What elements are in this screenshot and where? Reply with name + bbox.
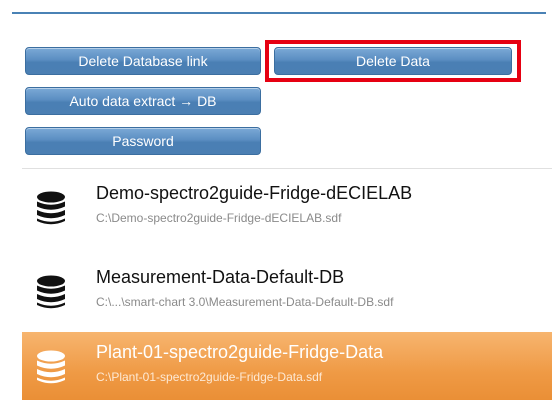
database-title: Measurement-Data-Default-DB bbox=[96, 267, 345, 287]
database-panel: Delete Database link Delete Data Auto da… bbox=[0, 0, 552, 412]
database-path: C:\...\smart-chart 3.0\Measurement-Data-… bbox=[96, 295, 394, 309]
database-icon bbox=[37, 350, 65, 384]
database-list-item[interactable]: Demo-spectro2guide-Fridge-dECIELAB C:\De… bbox=[22, 173, 552, 241]
database-icon bbox=[37, 275, 65, 309]
separator-line bbox=[12, 12, 546, 14]
database-title: Plant-01-spectro2guide-Fridge-Data bbox=[96, 342, 384, 362]
database-list: Demo-spectro2guide-Fridge-dECIELAB C:\De… bbox=[22, 168, 552, 412]
top-separator bbox=[0, 0, 552, 16]
delete-database-link-button[interactable]: Delete Database link bbox=[25, 47, 261, 75]
database-icon bbox=[37, 191, 65, 225]
database-path: C:\Plant-01-spectro2guide-Fridge-Data.sd… bbox=[96, 370, 323, 384]
auto-data-extract-button[interactable]: Auto data extract → DB bbox=[25, 87, 261, 115]
database-title: Demo-spectro2guide-Fridge-dECIELAB bbox=[96, 183, 413, 203]
database-list-item[interactable]: Measurement-Data-Default-DB C:\...\smart… bbox=[22, 257, 552, 325]
delete-data-button[interactable]: Delete Data bbox=[274, 47, 512, 75]
database-list-item-selected[interactable]: Plant-01-spectro2guide-Fridge-Data C:\Pl… bbox=[22, 332, 552, 400]
database-path: C:\Demo-spectro2guide-Fridge-dECIELAB.sd… bbox=[96, 211, 342, 225]
password-button[interactable]: Password bbox=[25, 127, 261, 155]
